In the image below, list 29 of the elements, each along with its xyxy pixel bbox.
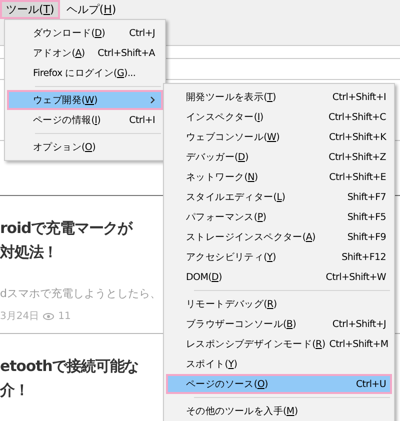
menu-item[interactable]: オプション(O) [7,137,163,157]
menu-item[interactable]: アクセシビリティ(Y) Shift+F12 [166,247,392,267]
menu-item[interactable]: ブラウザーコンソール(B) Ctrl+Shift+J [166,314,392,334]
chevron-right-icon [150,96,155,104]
menu-item[interactable]: 開発ツールを表示(T) Ctrl+Shift+I [166,87,392,107]
view-count: 11 [58,310,71,322]
menu-item[interactable]: インスペクター(I) Ctrl+Shift+C [166,107,392,127]
menu-item[interactable]: レスポンシブデザインモード(R) Ctrl+Shift+M [166,334,392,354]
menu-item[interactable]: ストレージインスペクター(A) Shift+F9 [166,227,392,247]
menu-item[interactable]: ネットワーク(N) Ctrl+Shift+E [166,167,392,187]
article-excerpt: dスマホで充電しようとしたら、 [0,286,162,301]
menu-item[interactable]: スポイト(Y) [166,354,392,374]
menu-item[interactable]: リモートデバッグ(R) [166,294,392,314]
menu-item[interactable]: デバッガー(D) Ctrl+Shift+Z [166,147,392,167]
eye-icon [43,312,54,320]
menu-item[interactable]: ダウンロード(D) Ctrl+J [7,23,163,43]
menu-bar-item[interactable]: ツール(T) [0,0,60,19]
menu-bar-item[interactable]: ヘルプ(H) [60,0,122,19]
menu-item[interactable]: DOM(D) Ctrl+Shift+W [166,267,392,287]
menu-item[interactable]: ウェブコンソール(W) Ctrl+Shift+K [166,127,392,147]
article-date: 3月24日 [0,310,40,323]
menu-item[interactable]: Firefox にログイン(G)... [7,63,163,83]
menu-item[interactable]: その他のツールを入手(M) [166,401,392,421]
menu-item[interactable]: スタイルエディター(L) Shift+F7 [166,187,392,207]
menu-item[interactable]: ウェブ開発(W) [7,90,163,110]
menu-item[interactable]: ページの情報(I) Ctrl+I [7,110,163,130]
menu-item[interactable]: パフォーマンス(P) Shift+F5 [166,207,392,227]
menu-item[interactable]: アドオン(A) Ctrl+Shift+A [7,43,163,63]
menu-item[interactable]: ページのソース(O) Ctrl+U [166,374,392,394]
